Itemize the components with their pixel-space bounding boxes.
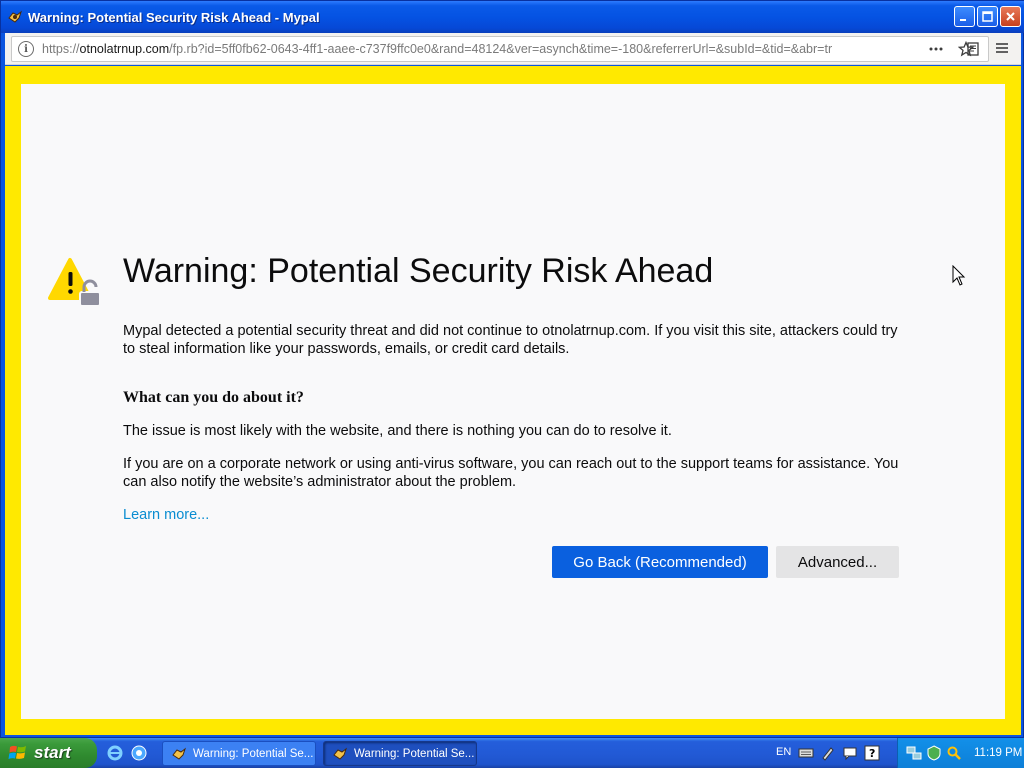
browser-quicklaunch-icon[interactable] [130, 744, 148, 762]
more-actions-icon[interactable] [927, 40, 945, 58]
url-bar[interactable]: i https://otnolatrnup.com/fp.rb?id=5ff0f… [11, 36, 989, 62]
mypal-app-icon [172, 747, 186, 760]
url-text[interactable]: https://otnolatrnup.com/fp.rb?id=5ff0fb6… [42, 42, 884, 56]
window-controls [954, 6, 1021, 27]
internet-explorer-icon[interactable] [106, 744, 124, 762]
search-tray-icon[interactable] [946, 745, 962, 761]
close-icon [1006, 12, 1015, 21]
taskbar-item[interactable]: Warning: Potential Se... [162, 741, 316, 766]
close-button[interactable] [1000, 6, 1021, 27]
what-can-you-do-heading: What can you do about it? [123, 389, 304, 406]
maximize-icon [982, 11, 993, 22]
title-bar[interactable]: Warning: Potential Security Risk Ahead -… [1, 1, 1024, 33]
error-page: Warning: Potential Security Risk Ahead M… [21, 84, 1005, 719]
network-icon[interactable] [906, 745, 922, 761]
page-title: Warning: Potential Security Risk Ahead [123, 252, 714, 290]
learn-more-link[interactable]: Learn more... [123, 507, 209, 523]
toolbar-right-icons [927, 40, 975, 58]
svg-text:?: ? [869, 747, 875, 760]
keyboard-icon[interactable] [798, 745, 814, 761]
url-host: otnolatrnup.com [79, 42, 170, 56]
quick-launch [106, 744, 148, 762]
pen-icon[interactable] [820, 745, 836, 761]
url-path: /fp.rb?id=5ff0fb62-0643-4ff1-aaee-c737f9… [169, 42, 833, 56]
security-warning-frame: Warning: Potential Security Risk Ahead M… [5, 66, 1021, 735]
clock[interactable]: 11:19 PM [974, 747, 1022, 759]
url-prefix: https:// [42, 42, 80, 56]
navigation-toolbar: i https://otnolatrnup.com/fp.rb?id=5ff0f… [5, 33, 1021, 65]
mypal-app-icon [333, 747, 347, 760]
system-tray: 11:19 PM [897, 738, 1024, 768]
mouse-cursor-icon [952, 265, 966, 286]
taskbar-item-label: Warning: Potential Se... [193, 747, 314, 760]
start-label: start [34, 743, 71, 762]
taskbar-item-active[interactable]: Warning: Potential Se... [323, 741, 477, 766]
warning-icon [48, 254, 104, 310]
start-button[interactable]: start [0, 738, 97, 768]
hamburger-menu-icon[interactable] [993, 39, 1011, 57]
minimize-icon [960, 19, 966, 21]
taskbar: start Warning: Potential Se... Warning: … [0, 738, 1024, 768]
corporate-network-advice: If you are on a corporate network or usi… [123, 456, 899, 490]
window-title: Warning: Potential Security Risk Ahead -… [28, 9, 320, 25]
browser-window: Warning: Potential Security Risk Ahead -… [0, 0, 1024, 738]
advanced-button[interactable]: Advanced... [776, 546, 899, 578]
windows-logo-icon [8, 745, 26, 759]
go-back-button[interactable]: Go Back (Recommended) [552, 546, 768, 578]
info-icon[interactable]: i [18, 41, 34, 57]
mypal-app-icon [7, 9, 23, 25]
maximize-button[interactable] [977, 6, 998, 27]
speech-icon[interactable] [842, 745, 858, 761]
help-icon[interactable]: ? [864, 745, 880, 761]
issue-explanation: The issue is most likely with the websit… [123, 423, 672, 439]
language-indicator[interactable]: EN [776, 746, 791, 758]
security-center-icon[interactable] [926, 745, 942, 761]
threat-description: Mypal detected a potential security thre… [123, 323, 898, 357]
bookmark-star-icon[interactable] [957, 40, 975, 58]
minimize-button[interactable] [954, 6, 975, 27]
language-bar-icons: ? [798, 745, 880, 761]
taskbar-item-label: Warning: Potential Se... [354, 747, 475, 760]
